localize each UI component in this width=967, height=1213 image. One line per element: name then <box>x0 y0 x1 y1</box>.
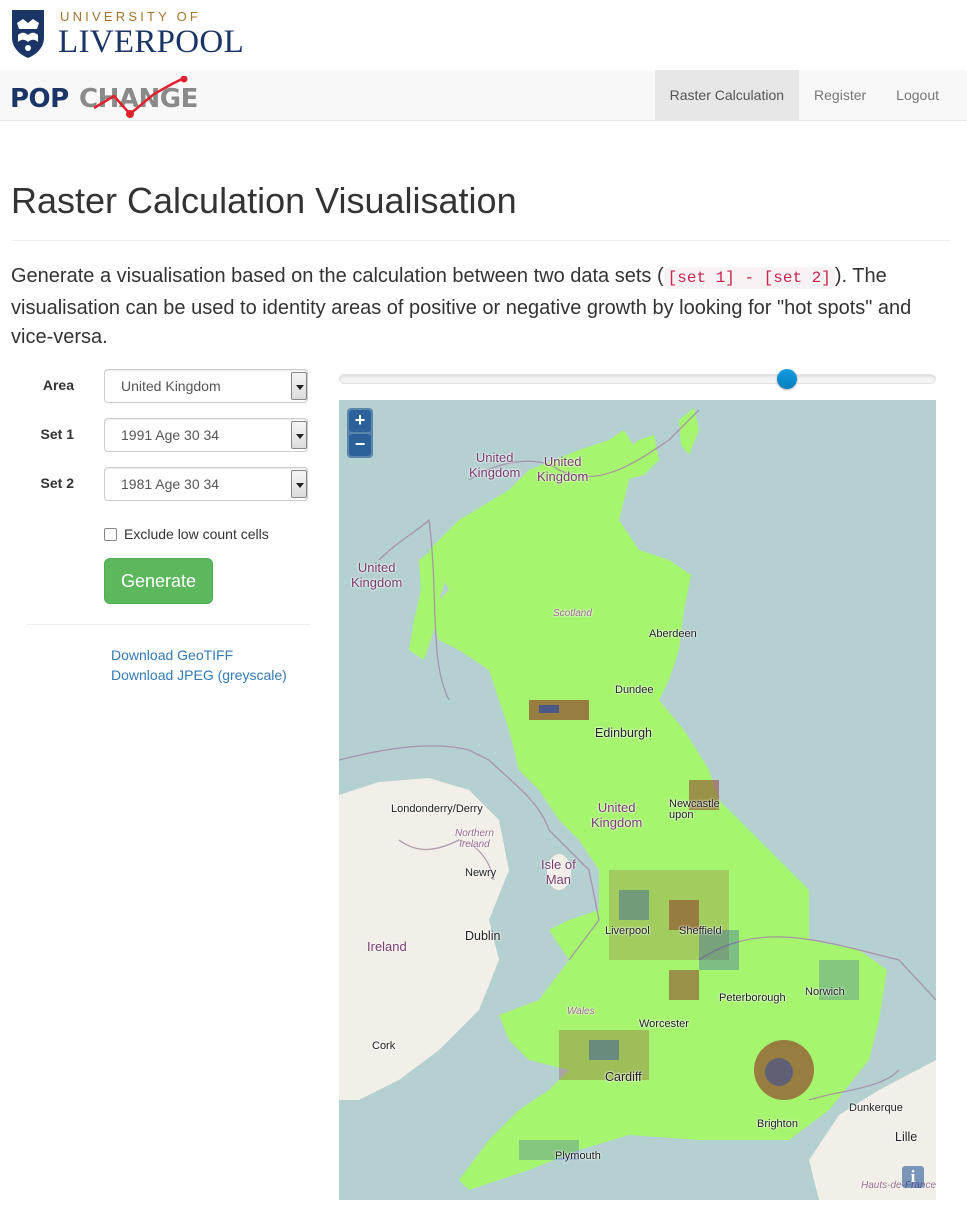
exclude-low-count-label: Exclude low count cells <box>124 526 269 542</box>
map-label-ireland: Ireland <box>367 939 407 954</box>
set2-select[interactable]: 1981 Age 30 34 <box>104 467 308 501</box>
map-label-scotland: Scotland <box>553 608 592 619</box>
title-divider <box>11 240 950 241</box>
nav-menu: Raster Calculation Register Logout <box>654 70 954 120</box>
map-label-uk-1: United Kingdom <box>469 450 521 480</box>
map-label-newcastle: Newcastle upon <box>669 798 720 821</box>
map-label-plymouth: Plymouth <box>555 1150 601 1162</box>
logo-pop-text: POP <box>10 84 69 114</box>
map-label-dunkerque: Dunkerque <box>849 1102 903 1114</box>
university-name-large: LIVERPOOL <box>58 24 245 60</box>
set1-label: Set 1 <box>40 426 74 442</box>
formula-code: [set 1] - [set 2] <box>663 267 835 289</box>
zoom-control: + − <box>347 408 373 458</box>
university-header: UNIVERSITY OF LIVERPOOL <box>0 0 967 70</box>
university-name-small: UNIVERSITY OF <box>60 9 202 24</box>
area-select-value: United Kingdom <box>121 378 221 394</box>
form-divider <box>26 624 310 625</box>
opacity-slider-track[interactable] <box>339 374 936 384</box>
page-title: Raster Calculation Visualisation <box>11 180 517 221</box>
map-label-cork: Cork <box>372 1040 396 1052</box>
map-view[interactable]: + − United Kingdom United Kingdom United… <box>339 400 936 1200</box>
map-label-brighton: Brighton <box>757 1118 798 1130</box>
set1-select-value: 1991 Age 30 34 <box>121 427 220 443</box>
chevron-down-icon[interactable] <box>291 421 307 449</box>
map-label-worcester: Worcester <box>639 1018 689 1030</box>
exclude-low-count-checkbox[interactable] <box>104 527 117 541</box>
map-label-dublin: Dublin <box>465 929 501 943</box>
exclude-low-count-option[interactable]: Exclude low count cells <box>104 524 269 544</box>
map-label-dundee: Dundee <box>615 684 654 696</box>
description-text-start: Generate a visualisation based on the ca… <box>11 265 664 287</box>
zoom-out-button[interactable]: − <box>349 434 371 456</box>
map-info-button[interactable]: i <box>902 1166 924 1188</box>
set1-select[interactable]: 1991 Age 30 34 <box>104 418 308 452</box>
area-label: Area <box>42 377 74 393</box>
area-select[interactable]: United Kingdom <box>104 369 308 403</box>
trend-line-icon <box>93 76 188 118</box>
generate-button[interactable]: Generate <box>104 558 213 604</box>
map-label-hauts-de-france: Hauts-de-France <box>861 1180 936 1191</box>
opacity-slider-handle[interactable] <box>776 369 797 389</box>
map-label-uk-4: United Kingdom <box>591 800 643 830</box>
zoom-in-button[interactable]: + <box>349 410 371 432</box>
navbar: POP CHANGE Raster Calculation Register L… <box>0 70 967 121</box>
map-label-norwich: Norwich <box>805 986 845 998</box>
great-britain-raster <box>429 430 887 1190</box>
university-crest-icon <box>12 10 44 58</box>
map-label-aberdeen: Aberdeen <box>649 628 697 640</box>
map-label-uk-3: United Kingdom <box>351 560 403 590</box>
map-label-isle-of-man: Isle of Man <box>541 857 576 887</box>
map-label-edinburgh: Edinburgh <box>595 726 652 740</box>
nav-register[interactable]: Register <box>799 70 881 120</box>
map-label-cardiff: Cardiff <box>605 1070 642 1084</box>
nav-logout[interactable]: Logout <box>881 70 954 120</box>
map-label-londonderry: Londonderry/Derry <box>391 803 483 815</box>
map-label-newry: Newry <box>465 867 497 879</box>
map-label-sheffield: Sheffield <box>679 925 722 937</box>
shetland-raster <box>679 408 699 455</box>
download-geotiff-link[interactable]: Download GeoTIFF <box>111 647 233 663</box>
set2-select-value: 1981 Age 30 34 <box>121 476 220 492</box>
set2-row: Set 2 1981 Age 30 34 <box>0 467 320 501</box>
chevron-down-icon[interactable] <box>291 372 307 400</box>
nav-raster-calculation[interactable]: Raster Calculation <box>654 70 800 120</box>
set2-label: Set 2 <box>40 475 74 491</box>
chevron-down-icon[interactable] <box>291 470 307 498</box>
map-label-northern-ireland: Northern Ireland <box>455 828 494 850</box>
area-row: Area United Kingdom <box>0 369 320 403</box>
map-label-wales: Wales <box>567 1006 595 1017</box>
map-label-peterborough: Peterborough <box>719 992 786 1004</box>
page-description: Generate a visualisation based on the ca… <box>11 262 951 353</box>
map-label-lille: Lille <box>895 1130 918 1144</box>
download-jpeg-link[interactable]: Download JPEG (greyscale) <box>111 667 287 683</box>
set1-row: Set 1 1991 Age 30 34 <box>0 418 320 452</box>
map-label-uk-2: United Kingdom <box>537 454 589 484</box>
map-label-liverpool: Liverpool <box>605 925 650 937</box>
